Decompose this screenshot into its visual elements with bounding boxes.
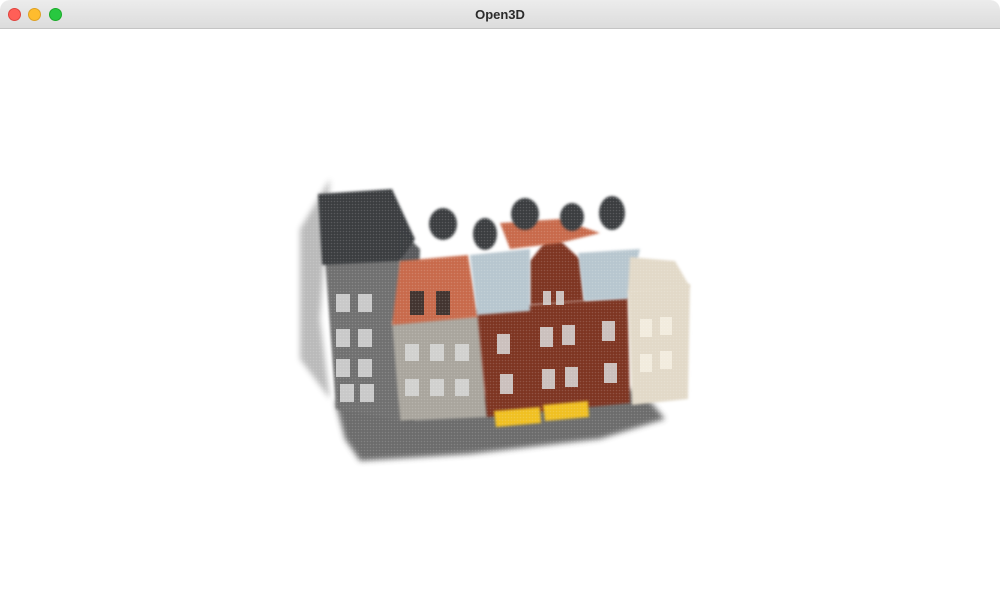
title-bar[interactable]: Open3D (0, 0, 1000, 29)
point-cloud-scene[interactable] (0, 29, 1000, 592)
window-title: Open3D (475, 7, 525, 22)
app-window: Open3D (0, 0, 1000, 592)
3d-viewport[interactable] (0, 29, 1000, 592)
point-speckle (300, 179, 700, 499)
